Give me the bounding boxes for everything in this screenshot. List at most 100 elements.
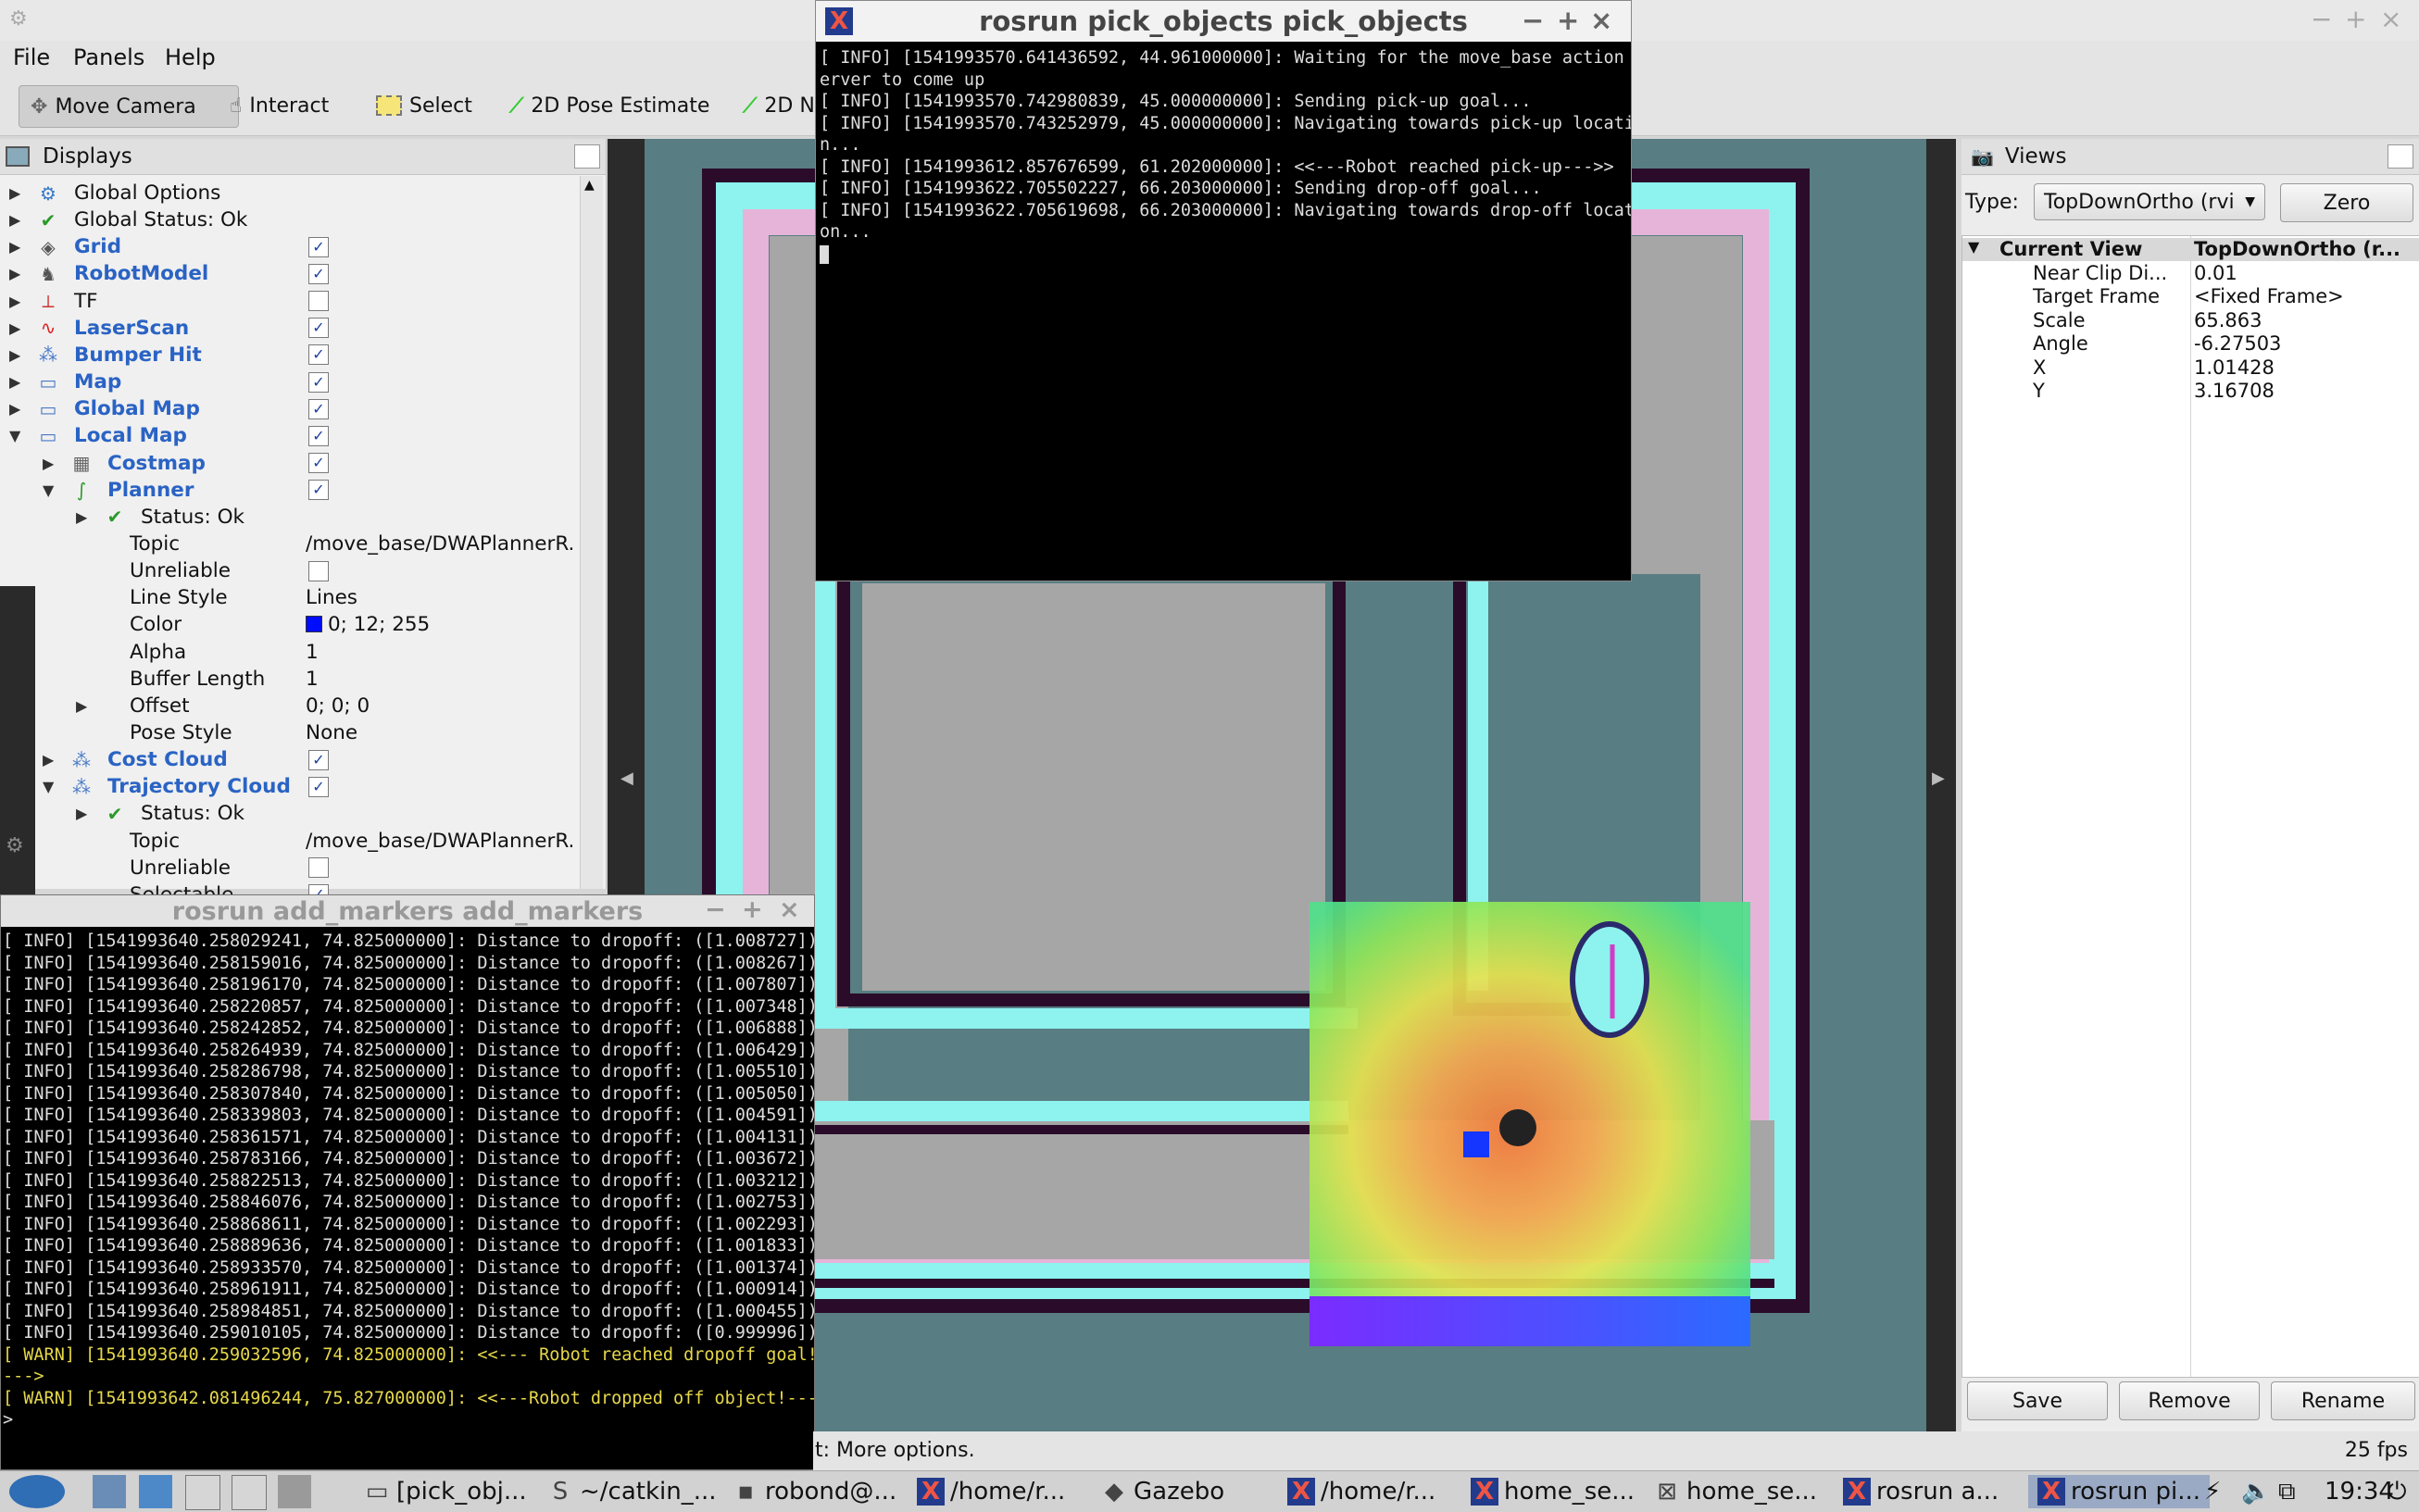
display-row-value[interactable]: /move_base/DWAPlannerR. [306,830,574,853]
display-row[interactable]: Color 0; 12; 255 [0,611,574,638]
expand-arrow-icon[interactable]: ▶ [76,805,87,822]
view-property-value[interactable]: 65.863 [2194,309,2262,331]
nav-goal-button[interactable]: ⟋ 2D N [732,85,826,126]
display-checkbox[interactable]: ✓ [308,318,329,339]
menu-help[interactable]: Help [165,44,216,70]
right-collapse-arrow[interactable]: ▶ [1932,768,1945,788]
display-row[interactable]: ▼ ∫ Planner ✓ [0,477,574,504]
expand-arrow-icon[interactable]: ▶ [9,265,20,282]
show-desktop-icon[interactable] [278,1475,311,1508]
display-row[interactable]: Alpha 1 [0,639,574,666]
taskbar-window-button[interactable]: ▪ robond@... [732,1475,896,1508]
display-row[interactable]: ▶ ▭ Global Map ✓ [0,395,574,422]
display-row[interactable]: Unreliable [0,557,574,584]
pick-close-icon[interactable]: × [1590,5,1612,36]
view-property-row[interactable]: Target Frame <Fixed Frame> [1962,285,2419,308]
expand-arrow-icon[interactable]: ▶ [9,373,20,391]
collapse-arrow-icon[interactable]: ▼ [43,778,54,795]
left-collapse-arrow[interactable]: ◀ [620,768,633,788]
rviz-close-icon[interactable]: × [2380,4,2401,34]
zero-button[interactable]: Zero [2280,183,2413,222]
expand-arrow-icon[interactable]: ▶ [9,346,20,364]
display-row-value[interactable]: 0; 12; 255 [306,613,430,636]
display-row[interactable]: ▶ ▭ Map ✓ [0,369,574,395]
collapse-arrow-icon[interactable]: ▼ [43,481,54,499]
display-row[interactable]: ▶ ⁂ Cost Cloud ✓ [0,746,574,773]
network-icon[interactable]: ⚡ [2204,1475,2221,1508]
display-row[interactable]: ▶ ⟂ TF [0,288,574,315]
collapse-arrow-icon[interactable]: ▼ [9,427,20,444]
display-icon[interactable]: ⧉ [2278,1475,2296,1508]
taskbar-window-button[interactable]: X/home/r... [1287,1475,1435,1508]
display-row[interactable]: ▶ ∿ LaserScan ✓ [0,315,574,342]
display-row[interactable]: Pose Style None [0,719,574,746]
expand-arrow-icon[interactable]: ▶ [9,293,20,310]
display-row[interactable]: ▶ ⚙ Global Options [0,180,574,206]
taskbar-window-button[interactable]: ◆ Gazebo [1100,1475,1224,1508]
current-view-row[interactable]: ▼ Current View TopDownOrtho (r... [1962,238,2419,261]
pick-maximize-icon[interactable]: + [1557,5,1579,36]
view-property-row[interactable]: Angle -6.27503 [1962,332,2419,356]
display-row[interactable]: ▼ ▭ Local Map ✓ [0,422,574,449]
display-row-value[interactable]: None [306,721,357,744]
start-menu-icon[interactable] [9,1475,65,1508]
rename-button[interactable]: Rename [2271,1381,2415,1420]
browser-launcher-icon[interactable] [139,1475,172,1508]
display-row[interactable]: ▶ ▦ Costmap ✓ [0,450,574,477]
view-property-value[interactable]: -6.27503 [2194,332,2281,355]
displays-scrollbar[interactable]: ▲ [580,176,603,889]
expand-arrow-icon[interactable]: ▶ [76,697,87,715]
display-checkbox[interactable]: ✓ [308,776,329,797]
pick-objects-terminal[interactable]: X rosrun pick_objects pick_objects − + ×… [815,0,1632,581]
move-camera-button[interactable]: ✥ Move Camera [19,85,239,128]
interact-button[interactable]: ☝ Interact [219,85,340,126]
view-property-row[interactable]: Y 3.16708 [1962,380,2419,403]
display-checkbox[interactable]: ✓ [308,398,329,419]
display-row[interactable]: Unreliable [0,855,574,881]
display-checkbox[interactable]: ✓ [308,371,329,393]
taskbar-window-button[interactable]: ⊠ home_se... [1653,1475,1817,1508]
taskbar-window-button[interactable]: S ~/catkin_... [546,1475,717,1508]
expand-arrow-icon[interactable]: ▶ [9,238,20,256]
display-row-value[interactable]: 1 [306,641,319,664]
taskbar-window-button[interactable]: Xrosrun a... [1843,1475,1999,1508]
display-row[interactable]: ▶ ⁂ Bumper Hit ✓ [0,342,574,369]
view-property-value[interactable]: 3.16708 [2194,380,2275,402]
add-markers-terminal[interactable]: rosrun add_markers add_markers − + × [ I… [0,894,815,1470]
view-property-value[interactable]: 1.01428 [2194,356,2275,379]
pick-minimize-icon[interactable]: − [1522,5,1544,36]
volume-icon[interactable]: 🔈 [2241,1475,2271,1508]
taskbar-window-button[interactable]: ▭ [pick_obj... [363,1475,527,1508]
display-row[interactable]: ▶ ✔ Global Status: Ok [0,206,574,233]
rviz-maximize-icon[interactable]: + [2345,4,2366,34]
display-row[interactable]: ▶ ♞ RobotModel ✓ [0,260,574,287]
view-property-row[interactable]: X 1.01428 [1962,356,2419,380]
display-row[interactable]: ▶ ✔ Status: Ok [0,800,574,827]
expand-arrow-icon[interactable]: ▶ [9,400,20,418]
display-row[interactable]: Line Style Lines [0,584,574,611]
display-row[interactable]: Topic/move_base/DWAPlannerR. [0,828,574,855]
select-button[interactable]: Select [365,85,483,126]
display-row[interactable]: Buffer Length 1 [0,666,574,693]
display-row[interactable]: ▼ ⁂ Trajectory Cloud ✓ [0,773,574,800]
pick-objects-titlebar[interactable]: X rosrun pick_objects pick_objects − + × [816,1,1631,42]
display-checkbox[interactable]: ✓ [308,425,329,446]
menu-file[interactable]: File [13,44,50,70]
display-row-value[interactable]: Lines [306,586,357,609]
display-checkbox[interactable]: ✓ [308,263,329,284]
files-launcher-icon[interactable] [93,1475,126,1508]
display-row-value[interactable]: 1 [306,668,319,691]
views-type-select[interactable]: TopDownOrtho (rvi ▼ [2034,183,2265,220]
display-row-value[interactable]: 0; 0; 0 [306,694,370,718]
expand-arrow-icon[interactable]: ▶ [9,184,20,202]
display-row[interactable]: ▶ Offset 0; 0; 0 [0,693,574,719]
menu-panels[interactable]: Panels [73,44,144,70]
display-checkbox[interactable] [308,560,329,581]
scroll-up-icon[interactable]: ▲ [584,178,595,193]
display-row[interactable]: Topic/move_base/DWAPlannerR. [0,531,574,557]
views-float-button[interactable] [2388,144,2413,169]
display-row[interactable]: ▶ ◈ Grid ✓ [0,233,574,260]
display-checkbox[interactable] [308,291,329,312]
pose-estimate-button[interactable]: ⟋ 2D Pose Estimate [498,85,721,126]
taskbar-window-button[interactable]: Xrosrun pi... [2028,1475,2211,1508]
